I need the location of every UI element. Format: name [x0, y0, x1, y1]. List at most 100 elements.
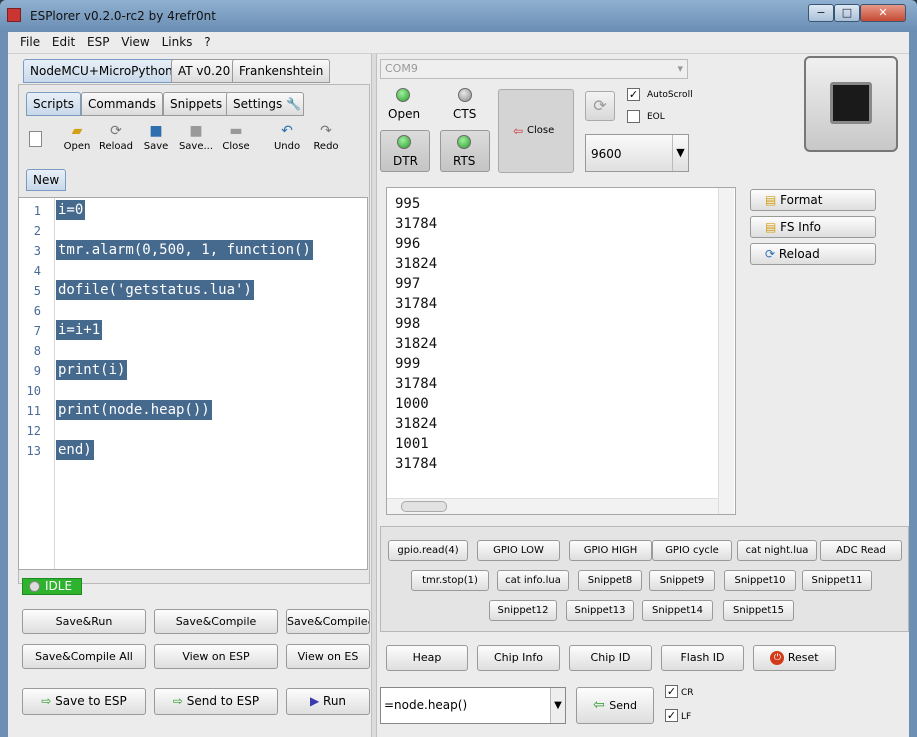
tab-scripts[interactable]: Scripts: [26, 92, 82, 116]
snippet-button[interactable]: cat info.lua: [497, 570, 569, 591]
terminal-vscrollbar[interactable]: [718, 188, 734, 514]
snippet-button[interactable]: gpio.read(4): [388, 540, 468, 561]
snippet-button[interactable]: Snippet12: [489, 600, 557, 621]
snippet-button[interactable]: Snippet8: [578, 570, 642, 591]
format-label: Format: [780, 193, 823, 207]
save-to-esp-button[interactable]: ⇨ Save to ESP: [22, 688, 146, 715]
menu-view[interactable]: View: [117, 32, 153, 49]
format-button[interactable]: ▤ Format: [750, 189, 876, 211]
chip-info-button[interactable]: Chip Info: [477, 645, 560, 671]
save-run-button[interactable]: Save&Run: [22, 609, 146, 634]
tab-at[interactable]: AT v0.20: [171, 59, 238, 83]
snippet-button[interactable]: cat night.lua: [737, 540, 817, 561]
autoscroll-checkbox[interactable]: ✓: [627, 88, 640, 101]
send-to-esp-button[interactable]: ⇨ Send to ESP: [154, 688, 278, 715]
maximize-button[interactable]: □: [834, 4, 860, 22]
pane-splitter[interactable]: [371, 54, 377, 737]
open-label: Open: [388, 107, 421, 121]
run-button[interactable]: ▶ Run: [286, 688, 370, 715]
snippet-button[interactable]: GPIO HIGH: [569, 540, 652, 561]
line-number: 9: [33, 364, 41, 378]
fs-reload-icon: ⟳: [765, 247, 779, 261]
line-number: 3: [33, 244, 41, 258]
code-line: print(node.heap()): [56, 400, 212, 420]
open-toggle[interactable]: Open: [380, 82, 430, 126]
fs-info-button[interactable]: ▤ FS Info: [750, 216, 876, 238]
baud-select[interactable]: 9600 ▼: [585, 134, 689, 172]
toolbar-open-label: Open: [63, 141, 91, 152]
save-compile-run-button[interactable]: Save&Compile&: [286, 609, 370, 634]
close-port-button[interactable]: ⇦ Close: [498, 89, 574, 173]
reset-label: Reset: [787, 651, 819, 664]
chip-logo-icon: [804, 56, 898, 152]
format-icon: ▤: [765, 193, 781, 207]
snippet-button[interactable]: Snippet14: [642, 600, 713, 621]
new-file-icon[interactable]: [29, 131, 42, 147]
menu-help[interactable]: ?: [200, 32, 214, 49]
menu-esp[interactable]: ESP: [83, 32, 113, 49]
snippet-button[interactable]: ADC Read: [820, 540, 902, 561]
eol-checkbox[interactable]: [627, 110, 640, 123]
snippet-button[interactable]: tmr.stop(1): [411, 570, 489, 591]
reset-button[interactable]: ⏻ Reset: [753, 645, 836, 671]
cr-checkbox[interactable]: ✓: [665, 685, 678, 698]
close-window-button[interactable]: ✕: [860, 4, 906, 22]
snippet-button[interactable]: Snippet15: [723, 600, 794, 621]
toolbar-redo[interactable]: ↷ Redo: [306, 123, 346, 152]
dtr-toggle[interactable]: DTR: [380, 130, 430, 172]
close-port-label: Close: [527, 125, 555, 136]
snippet-button[interactable]: GPIO cycle: [652, 540, 732, 561]
app-window: ESPlorer v0.2.0-rc2 by 4refr0nt − □ ✕ Fi…: [0, 0, 917, 737]
minimize-button[interactable]: −: [808, 4, 834, 22]
toolbar-reload[interactable]: ⟳ Reload: [96, 123, 136, 152]
terminal-line: 997: [395, 276, 421, 292]
snippet-button[interactable]: Snippet9: [649, 570, 715, 591]
view-on-esp-button-2[interactable]: View on ES: [286, 644, 370, 669]
refresh-port-button[interactable]: ⟳: [585, 91, 615, 121]
com-port-select[interactable]: COM9 ▾: [380, 59, 688, 79]
line-number: 6: [33, 304, 41, 318]
send-button[interactable]: ⇦ Send: [576, 687, 654, 724]
terminal-hscrollbar[interactable]: [387, 498, 718, 514]
heap-button[interactable]: Heap: [386, 645, 468, 671]
tab-nodemcu-micropython[interactable]: NodeMCU+MicroPython: [23, 59, 180, 83]
snippet-button[interactable]: Snippet11: [802, 570, 872, 591]
menu-links[interactable]: Links: [158, 32, 197, 49]
lf-checkbox[interactable]: ✓: [665, 709, 678, 722]
rts-toggle[interactable]: RTS: [440, 130, 490, 172]
toolbar-close[interactable]: ▬ Close: [216, 123, 256, 152]
snippet-button[interactable]: GPIO LOW: [477, 540, 560, 561]
snippet-button[interactable]: Snippet10: [724, 570, 796, 591]
serial-terminal[interactable]: 31824 995 31784 996 31824 997 31784 998 31824 999…: [386, 187, 736, 515]
tab-snippets[interactable]: Snippets: [163, 92, 230, 116]
cts-label: CTS: [453, 107, 477, 121]
menu-file[interactable]: File: [16, 32, 44, 49]
menu-edit[interactable]: Edit: [48, 32, 79, 49]
terminal-line: 31784: [395, 456, 438, 472]
open-led-icon: [396, 88, 410, 102]
command-input[interactable]: =node.heap() ▼: [380, 687, 566, 724]
chip-body: [830, 82, 872, 124]
toolbar-save-as-label: Save...: [178, 141, 214, 152]
fs-reload-button[interactable]: ⟳ Reload: [750, 243, 876, 265]
terminal-line: 31824: [395, 256, 438, 272]
terminal-hscroll-thumb[interactable]: [401, 501, 447, 512]
save-compile-button[interactable]: Save&Compile: [154, 609, 278, 634]
save-compile-all-button[interactable]: Save&Compile All: [22, 644, 146, 669]
toolbar-open[interactable]: ▰ Open: [57, 123, 97, 152]
snippet-button[interactable]: Snippet13: [566, 600, 634, 621]
tab-settings[interactable]: Settings 🔧: [226, 92, 304, 116]
toolbar-save[interactable]: ■ Save: [136, 123, 176, 152]
line-number-gutter: 1 2 3 4 5 6 7 8 9 10 11 12 13: [19, 198, 55, 569]
send-label: Send: [609, 699, 637, 712]
chip-id-button[interactable]: Chip ID: [569, 645, 652, 671]
toolbar-undo[interactable]: ↶ Undo: [267, 123, 307, 152]
view-on-esp-button[interactable]: View on ESP: [154, 644, 278, 669]
flash-id-button[interactable]: Flash ID: [661, 645, 744, 671]
file-tab-new[interactable]: New: [26, 169, 67, 191]
tab-frankenshtein[interactable]: Frankenshtein: [232, 59, 331, 83]
code-editor[interactable]: 1 2 3 4 5 6 7 8 9 10 11 12 13 i=0 tmr.alarm(0,500, 1,…: [18, 197, 368, 570]
toolbar-save-as[interactable]: ■ Save...: [176, 123, 216, 152]
terminal-line: 998: [395, 316, 421, 332]
tab-commands[interactable]: Commands: [81, 92, 163, 116]
